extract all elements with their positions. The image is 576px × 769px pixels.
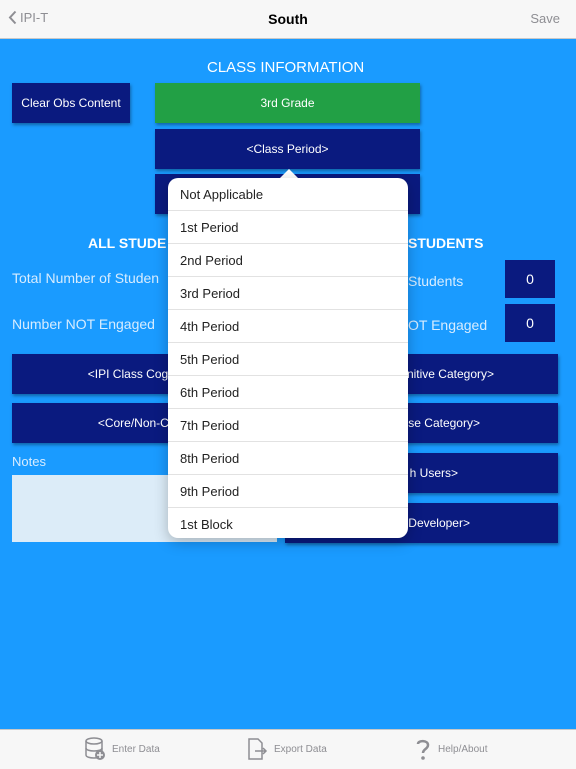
- students-title-right: STUDENTS: [408, 235, 484, 251]
- not-engaged-label: Number NOT Engaged: [12, 316, 155, 332]
- tab-export-data-label: Export Data: [274, 743, 327, 755]
- option-4th-period[interactable]: 4th Period: [168, 310, 408, 343]
- nav-bar: IPI-T South Save: [0, 0, 576, 39]
- option-6th-period[interactable]: 6th Period: [168, 376, 408, 409]
- option-5th-period[interactable]: 5th Period: [168, 343, 408, 376]
- notes-label: Notes: [12, 454, 46, 469]
- option-1st-period[interactable]: 1st Period: [168, 211, 408, 244]
- database-add-icon: [85, 737, 105, 760]
- class-period-button[interactable]: <Class Period>: [155, 129, 420, 169]
- tab-help-about-label: Help/About: [438, 743, 488, 755]
- all-students-title: ALL STUDE: [88, 235, 167, 251]
- page-title: South: [268, 11, 308, 27]
- question-mark-icon: [416, 739, 430, 760]
- tab-export-data[interactable]: Export Data: [246, 737, 327, 761]
- option-2nd-period[interactable]: 2nd Period: [168, 244, 408, 277]
- not-engaged-count[interactable]: 0: [505, 304, 555, 342]
- tab-help-about[interactable]: Help/About: [414, 737, 487, 761]
- tab-enter-data[interactable]: Enter Data: [84, 737, 160, 761]
- total-students-label-right: Students: [408, 273, 464, 289]
- total-students-count[interactable]: 0: [505, 260, 555, 298]
- option-7th-period[interactable]: 7th Period: [168, 409, 408, 442]
- class-period-popover: Not Applicable 1st Period 2nd Period 3rd…: [168, 178, 408, 538]
- save-button[interactable]: Save: [530, 11, 560, 26]
- option-not-applicable[interactable]: Not Applicable: [168, 178, 408, 211]
- export-icon: [248, 738, 268, 760]
- class-information-title: CLASS INFORMATION: [207, 59, 365, 76]
- grade-button[interactable]: 3rd Grade: [155, 83, 420, 123]
- tab-bar: Enter Data Export Data Help/About: [0, 729, 576, 769]
- tab-enter-data-label: Enter Data: [112, 743, 160, 755]
- option-3rd-period[interactable]: 3rd Period: [168, 277, 408, 310]
- not-engaged-label-right: OT Engaged: [408, 317, 488, 333]
- option-9th-period[interactable]: 9th Period: [168, 475, 408, 508]
- total-students-label: Total Number of Studen: [12, 270, 160, 286]
- clear-obs-content-button[interactable]: Clear Obs Content: [12, 83, 130, 123]
- option-8th-period[interactable]: 8th Period: [168, 442, 408, 475]
- option-1st-block[interactable]: 1st Block: [168, 508, 408, 538]
